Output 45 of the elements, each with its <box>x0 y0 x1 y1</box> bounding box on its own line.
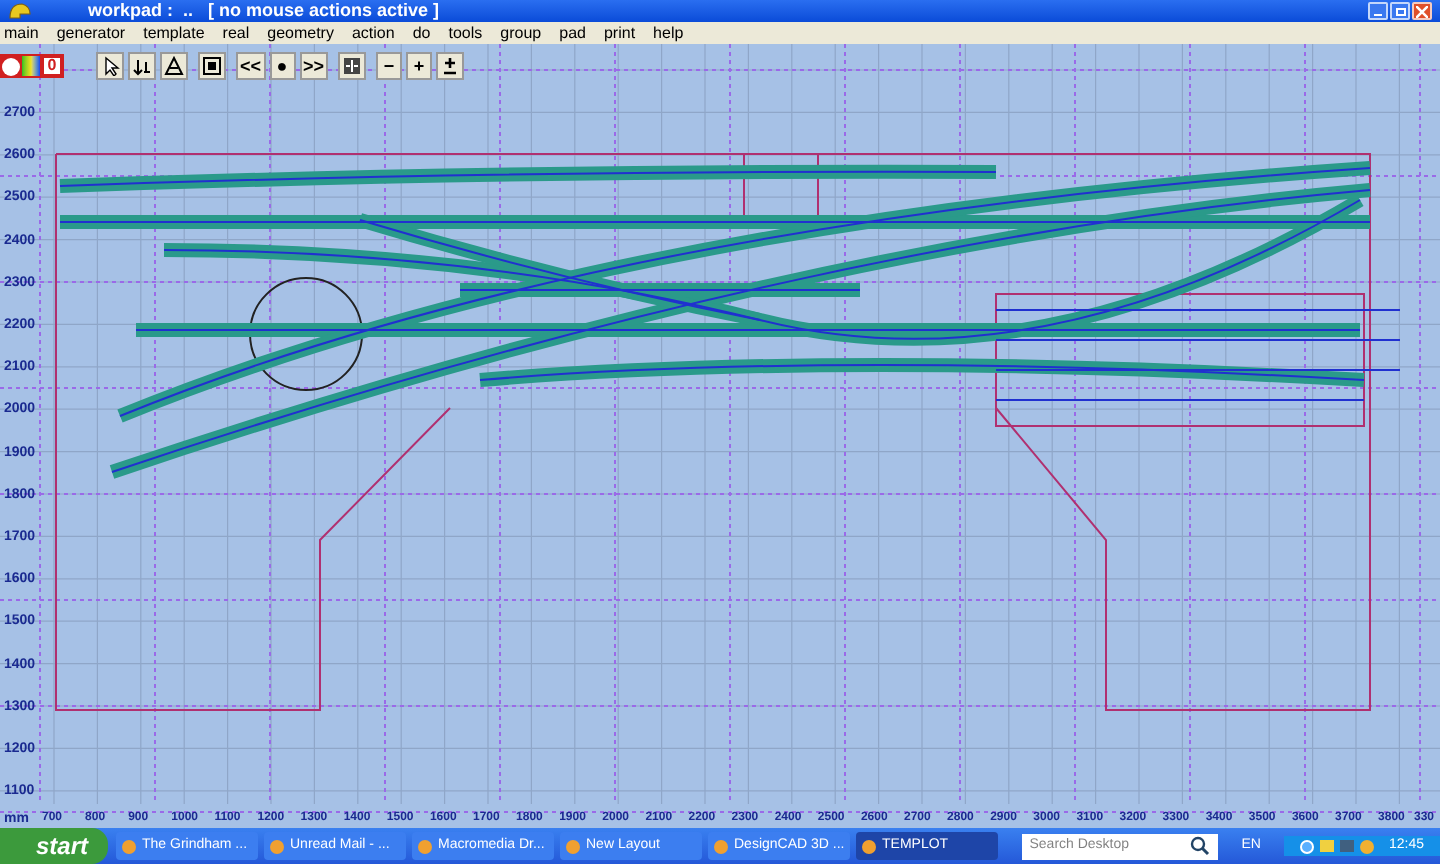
plus-minus-icon <box>440 56 461 76</box>
toolbar-button[interactable]: << <box>236 52 266 80</box>
menu-item[interactable]: generator <box>56 25 126 41</box>
menu-item[interactable]: action <box>351 25 395 41</box>
app-icon <box>270 839 284 853</box>
toolbar-button[interactable] <box>338 52 367 80</box>
helmet-icon <box>8 2 32 20</box>
search-icon[interactable] <box>1189 836 1210 856</box>
fit-icon <box>342 56 363 76</box>
app-icon <box>566 839 580 853</box>
app-icon <box>418 839 432 853</box>
app-icon <box>862 839 876 853</box>
toolbar-button[interactable] <box>198 52 226 80</box>
menu-item[interactable]: real <box>222 25 250 41</box>
app-icon <box>122 839 136 853</box>
zero-button[interactable]: 0 <box>42 56 62 76</box>
menu-item[interactable]: template <box>143 25 205 41</box>
toolbar-button[interactable] <box>160 52 188 80</box>
menu-item[interactable]: pad <box>559 25 586 41</box>
toolbar-button[interactable] <box>96 52 124 80</box>
toolbar-button[interactable] <box>128 52 156 80</box>
menu-item[interactable]: do <box>412 25 431 41</box>
arrows-icon <box>132 56 152 76</box>
toolbar-button[interactable]: ● <box>269 52 296 80</box>
app-icon <box>714 839 728 853</box>
window-title: workpad : .. [ no mouse actions active ] <box>88 2 440 20</box>
palette-button[interactable] <box>22 56 40 76</box>
minimize-button[interactable] <box>1368 2 1388 20</box>
circle-button[interactable] <box>2 57 20 75</box>
menu-item[interactable]: group <box>500 25 542 41</box>
close-button[interactable] <box>1412 2 1432 20</box>
menu-item[interactable]: print <box>603 25 636 41</box>
toolbar-button[interactable]: − <box>376 52 403 80</box>
menu-item[interactable]: main <box>4 25 39 41</box>
pointer-icon <box>100 56 120 76</box>
toolbar-button[interactable]: >> <box>299 52 329 80</box>
pyramid-icon <box>164 56 184 76</box>
toolbar-button[interactable]: + <box>406 52 433 80</box>
start-button[interactable]: start <box>0 828 108 864</box>
menu-item[interactable]: tools <box>448 25 483 41</box>
toolbar-button[interactable] <box>436 52 465 80</box>
menu-item[interactable]: help <box>653 25 684 41</box>
frame-icon <box>202 56 222 76</box>
menu-item[interactable]: geometry <box>267 25 334 41</box>
restore-button[interactable] <box>1390 2 1410 20</box>
